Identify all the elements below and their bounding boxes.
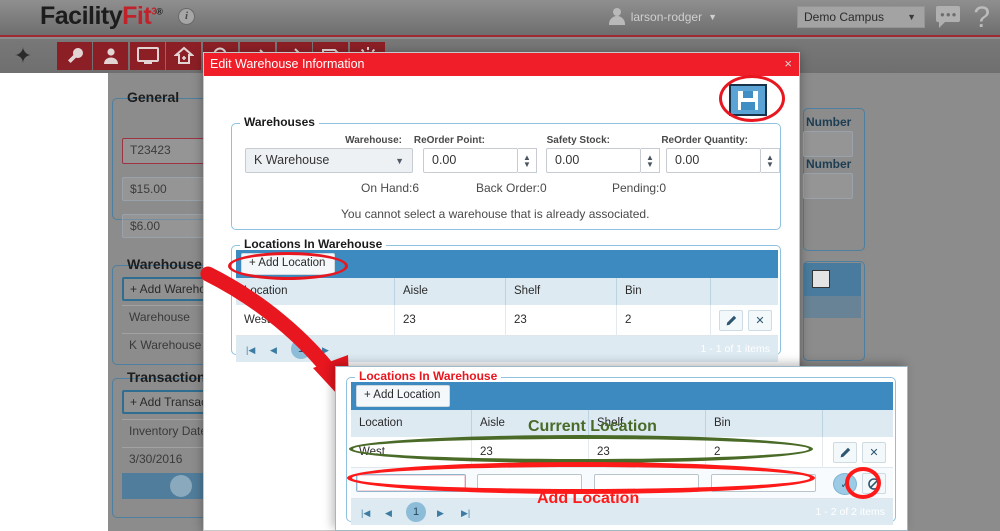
- bg-general-legend: General: [122, 89, 184, 105]
- safety-stock-input[interactable]: 0.00: [546, 148, 641, 173]
- bg-right-input-2[interactable]: [803, 173, 853, 199]
- person-icon[interactable]: [93, 42, 128, 70]
- app-logo: FacilityFit3®: [40, 2, 162, 31]
- logo-main: Facility: [40, 2, 122, 30]
- bg-checkbox[interactable]: [812, 270, 830, 288]
- inset-pager-prev-icon[interactable]: ◀: [385, 508, 392, 519]
- bg-left-strip: [0, 73, 108, 531]
- inset-pager-next-icon[interactable]: ▶: [437, 508, 444, 519]
- pager-info: 1 - 1 of 1 items: [701, 343, 770, 355]
- reorder-quantity-label: ReOrder Quantity:: [617, 135, 748, 146]
- inset-pager-info: 1 - 2 of 2 items: [816, 506, 885, 518]
- safety-stock-stepper[interactable]: ▲▼: [641, 148, 660, 173]
- chevron-down-icon: ▼: [708, 12, 717, 22]
- locations-header-row: Location Aisle Shelf Bin: [236, 278, 778, 305]
- people-chat-icon[interactable]: ●●●: [936, 6, 960, 27]
- bg-warehouses-legend: Warehouses: [122, 256, 215, 272]
- back-order-stat: Back Order:0: [476, 181, 547, 195]
- annotation-circle-confirm: [845, 467, 881, 499]
- inset-pager-last-icon[interactable]: ▶|: [461, 508, 470, 519]
- pager-first-icon[interactable]: |◀: [246, 345, 255, 356]
- inset-column-header-bin: Bin: [706, 410, 823, 437]
- pager-next-icon[interactable]: ▶: [322, 345, 329, 356]
- inset-pager-page-1[interactable]: 1: [406, 502, 426, 522]
- user-menu[interactable]: larson-rodger ▼: [609, 8, 717, 25]
- annotation-circle-current-location: [349, 435, 813, 463]
- home-plus-icon[interactable]: [166, 42, 201, 70]
- campus-select[interactable]: Demo Campus ▼: [797, 6, 925, 28]
- column-header-actions: [711, 278, 778, 305]
- close-icon[interactable]: ×: [784, 56, 792, 71]
- reorder-point-input[interactable]: 0.00: [423, 148, 518, 173]
- monitor-icon[interactable]: [130, 42, 165, 70]
- inset-column-header-actions: [823, 410, 893, 437]
- cell-aisle: 23: [395, 305, 506, 336]
- reorder-point-label: ReOrder Point:: [372, 135, 485, 146]
- inset-grid-toolbar: + Add Location: [351, 382, 893, 410]
- chevron-down-icon: ▼: [907, 12, 916, 22]
- column-header-shelf: Shelf: [506, 278, 617, 305]
- warehouses-legend: Warehouses: [240, 115, 319, 129]
- table-row[interactable]: West 23 23 2 ✕: [236, 305, 778, 336]
- warehouse-select-value: K Warehouse: [254, 153, 329, 167]
- inset-delete-icon[interactable]: ✕: [862, 442, 886, 463]
- safety-stock-label: Safety Stock:: [497, 135, 610, 146]
- reorder-quantity-input[interactable]: 0.00: [666, 148, 761, 173]
- sparkle-icon[interactable]: ✦: [10, 44, 36, 68]
- campus-select-value: Demo Campus: [804, 10, 884, 24]
- annotation-label-current-location: Current Location: [528, 418, 657, 436]
- column-header-aisle: Aisle: [395, 278, 506, 305]
- cell-shelf: 23: [506, 305, 617, 336]
- pager-prev-icon[interactable]: ◀: [270, 345, 277, 356]
- column-header-location: Location: [236, 278, 395, 305]
- bg-right-header-row: [804, 296, 861, 318]
- inset-column-header-location: Location: [351, 410, 472, 437]
- annotation-circle-save: [719, 75, 785, 122]
- on-hand-stat: On Hand:6: [361, 181, 419, 195]
- dialog-title-bar: Edit Warehouse Information ×: [204, 53, 799, 76]
- user-name: larson-rodger: [631, 10, 702, 24]
- annotation-circle-add-location: [228, 252, 348, 280]
- bg-right-label-2: Number: [799, 153, 861, 175]
- edit-icon[interactable]: [719, 310, 743, 331]
- logo-accent: Fit: [122, 2, 151, 30]
- inset-edit-icon[interactable]: [833, 442, 857, 463]
- column-header-bin: Bin: [617, 278, 711, 305]
- pager-page-1[interactable]: 1: [291, 339, 311, 359]
- inset-add-location-button[interactable]: + Add Location: [356, 385, 450, 407]
- inset-locations-legend: Locations In Warehouse: [355, 369, 501, 383]
- locations-pager: |◀ ◀ 1 ▶ 1 - 1 of 1 items: [236, 336, 778, 362]
- logo-trademark: ®: [156, 7, 162, 17]
- locations-legend: Locations In Warehouse: [240, 237, 386, 251]
- reorder-point-stepper[interactable]: ▲▼: [518, 148, 537, 173]
- cell-location: West: [236, 305, 395, 336]
- delete-icon[interactable]: ✕: [748, 310, 772, 331]
- warehouse-warning-message: You cannot select a warehouse that is al…: [341, 207, 649, 221]
- warehouse-select[interactable]: K Warehouse ▼: [245, 148, 413, 173]
- chevron-down-icon: ▼: [395, 156, 404, 166]
- pending-stat: Pending:0: [612, 181, 666, 195]
- bg-right-label-1: Number: [799, 111, 861, 133]
- bg-page-number[interactable]: [170, 475, 192, 497]
- inset-pager-first-icon[interactable]: |◀: [361, 508, 370, 519]
- people-chat-glyph: ●●●: [940, 10, 958, 19]
- help-icon[interactable]: ?: [973, 1, 990, 35]
- wrench-icon[interactable]: [57, 42, 92, 70]
- warehouses-fieldset: Warehouses Warehouse: K Warehouse ▼ ReOr…: [231, 123, 781, 230]
- app-header: FacilityFit3® i larson-rodger ▼ Demo Cam…: [0, 0, 1000, 37]
- info-icon[interactable]: i: [178, 8, 195, 25]
- reorder-quantity-stepper[interactable]: ▲▼: [761, 148, 780, 173]
- annotation-label-add-location: Add Location: [537, 490, 639, 508]
- dialog-title: Edit Warehouse Information: [210, 57, 364, 71]
- cell-bin: 2: [617, 305, 711, 336]
- avatar-icon: [609, 8, 625, 25]
